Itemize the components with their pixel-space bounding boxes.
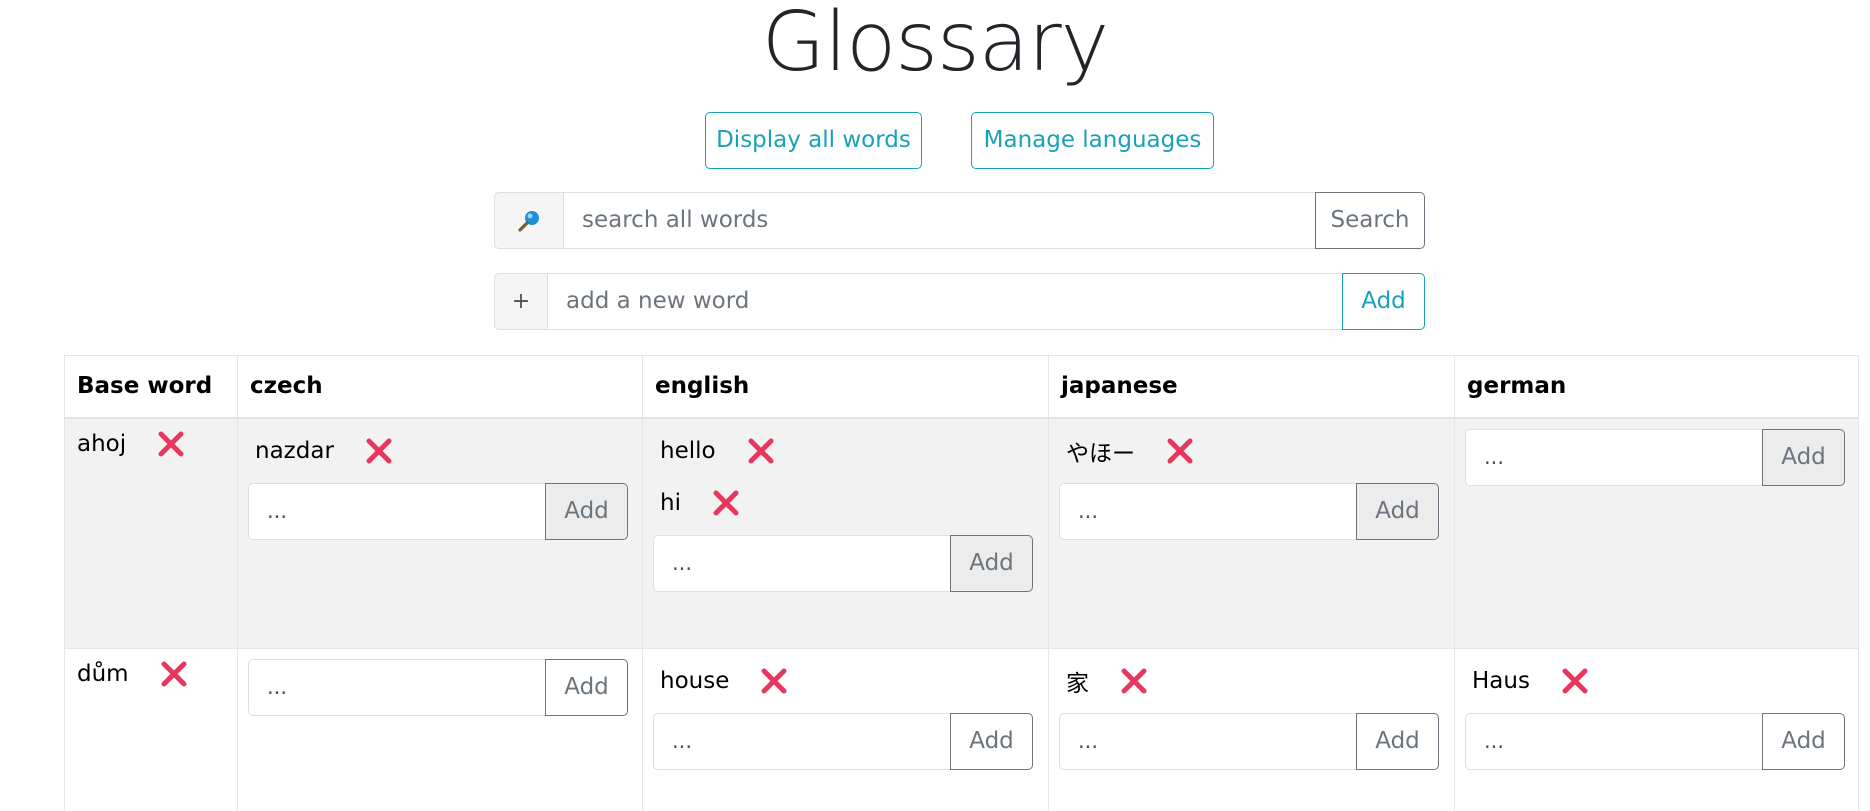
add-translation-group: ... Add [1059, 482, 1439, 540]
add-word-bar: + add a new word Add [494, 273, 1425, 330]
add-translation-group: ... Add [1059, 713, 1439, 770]
add-translation-group: ... Add [653, 534, 1033, 592]
delete-icon[interactable] [709, 486, 743, 520]
translation-item: hello [653, 425, 1036, 477]
search-prepend [494, 192, 564, 249]
base-word-cell: ahoj [64, 417, 238, 649]
header-german: german [1454, 355, 1859, 419]
add-translation-button[interactable]: Add [545, 482, 628, 540]
header-czech: czech [237, 355, 643, 419]
base-word: dům [75, 651, 225, 697]
new-word-input[interactable]: add a new word [548, 273, 1342, 330]
glossary-page: Glossary Display all words Manage langua… [0, 0, 1870, 811]
add-translation-button[interactable]: Add [950, 713, 1033, 770]
translation-input[interactable]: ... [1465, 428, 1762, 486]
add-translation-button[interactable]: Add [1356, 713, 1439, 770]
table-row: ahoj nazdar ... Add hello hi ... Add やほー… [64, 417, 1859, 649]
translation-item: やほー [1059, 425, 1442, 477]
header-base-word: Base word [64, 355, 238, 419]
manage-languages-button[interactable]: Manage languages [971, 112, 1214, 169]
header-english: english [642, 355, 1049, 419]
translation-cell-czech: nazdar ... Add [237, 417, 643, 649]
delete-icon[interactable] [1117, 664, 1151, 698]
add-translation-group: ... Add [248, 659, 628, 716]
delete-icon[interactable] [362, 434, 396, 468]
header-japanese: japanese [1048, 355, 1455, 419]
add-word-button[interactable]: Add [1342, 273, 1425, 330]
add-translation-group: ... Add [248, 482, 628, 540]
translation-text: Haus [1472, 668, 1530, 694]
add-translation-button[interactable]: Add [1762, 428, 1845, 486]
translation-input[interactable]: ... [1059, 482, 1356, 540]
translation-input[interactable]: ... [653, 534, 950, 592]
delete-icon[interactable] [1558, 664, 1592, 698]
translation-cell-english: house ... Add [642, 648, 1049, 811]
translation-cell-english: hello hi ... Add [642, 417, 1049, 649]
glossary-table: Base word czech english japanese german … [64, 355, 1859, 811]
delete-icon[interactable] [154, 427, 188, 461]
base-word-cell: dům [64, 648, 238, 811]
delete-icon[interactable] [744, 434, 778, 468]
translation-cell-german: ... Add [1454, 417, 1859, 649]
translation-input[interactable]: ... [1465, 713, 1762, 770]
translation-item: hi [653, 477, 1036, 529]
translation-item: nazdar [248, 425, 630, 477]
add-translation-button[interactable]: Add [1762, 713, 1845, 770]
translation-text: やほー [1066, 440, 1135, 467]
search-input[interactable]: search all words [564, 192, 1315, 249]
delete-icon[interactable] [157, 657, 191, 691]
base-word-text: dům [77, 661, 129, 687]
display-all-words-button[interactable]: Display all words [705, 112, 922, 169]
add-translation-button[interactable]: Add [950, 534, 1033, 592]
search-button[interactable]: Search [1315, 192, 1425, 249]
table-row: dům ... Add house ... Add 家 ... Add Haus… [64, 648, 1859, 811]
translation-item: house [653, 655, 1036, 707]
translation-input[interactable]: ... [248, 482, 545, 540]
translation-text: hi [660, 489, 681, 516]
translation-cell-german: Haus ... Add [1454, 648, 1859, 811]
delete-icon[interactable] [1163, 434, 1197, 468]
magnifier-icon [518, 210, 539, 232]
add-translation-group: ... Add [1465, 713, 1845, 770]
translation-cell-czech: ... Add [237, 648, 643, 811]
search-bar: search all words Search [494, 192, 1425, 249]
add-translation-group: ... Add [653, 713, 1033, 770]
translation-item: 家 [1059, 655, 1442, 707]
add-translation-button[interactable]: Add [1356, 482, 1439, 540]
translation-cell-japanese: 家 ... Add [1048, 648, 1455, 811]
translation-item: Haus [1465, 655, 1846, 707]
table-header-row: Base word czech english japanese german [64, 355, 1859, 419]
base-word-text: ahoj [77, 430, 127, 457]
translation-input[interactable]: ... [653, 713, 950, 770]
add-translation-group: ... Add [1465, 428, 1845, 486]
add-translation-button[interactable]: Add [545, 659, 628, 716]
translation-text: house [660, 668, 730, 694]
translation-input[interactable]: ... [248, 659, 545, 716]
translation-text: nazdar [255, 437, 334, 464]
translation-text: hello [660, 437, 716, 464]
translation-input[interactable]: ... [1059, 713, 1356, 770]
delete-icon[interactable] [757, 664, 791, 698]
page-title: Glossary [761, 0, 1109, 90]
translation-cell-japanese: やほー ... Add [1048, 417, 1455, 649]
base-word: ahoj [75, 421, 225, 467]
translation-text: 家 [1066, 671, 1089, 697]
plus-prepend: + [494, 273, 548, 330]
